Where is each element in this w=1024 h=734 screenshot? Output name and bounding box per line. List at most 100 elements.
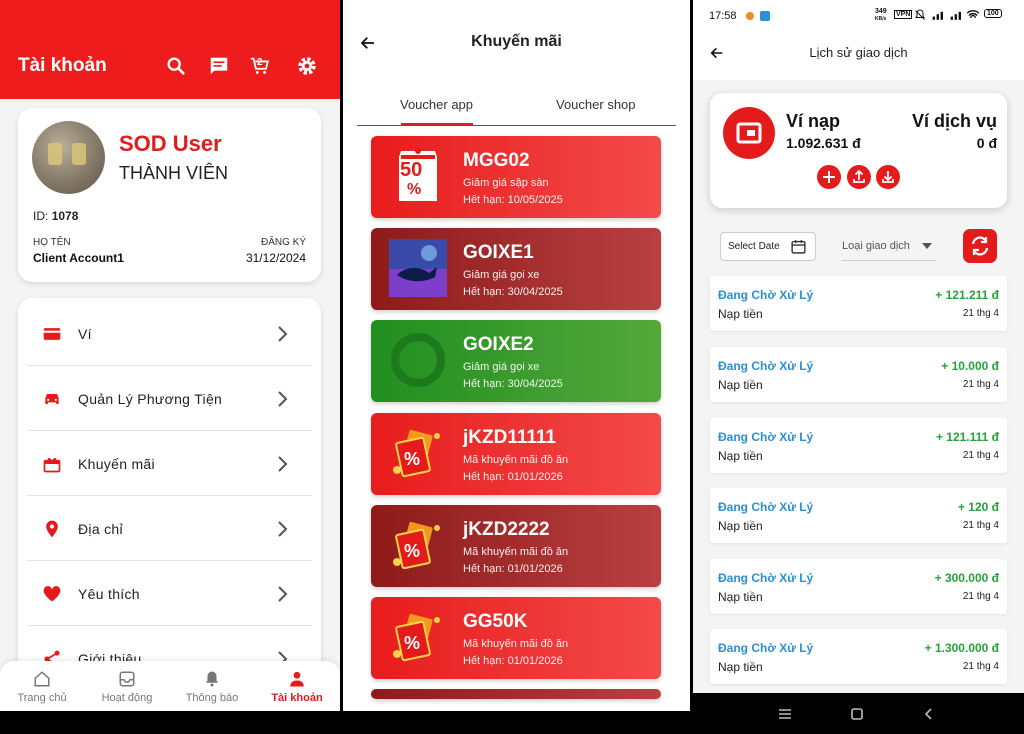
chat-icon[interactable] <box>208 55 230 77</box>
service-wallet-amount: 0 đ <box>976 135 997 151</box>
calendar-icon <box>791 240 806 254</box>
avatar <box>32 121 105 194</box>
transaction-row[interactable]: Đang Chờ Xử Lý Nạp tiền + 1.300.000 đ 21… <box>710 629 1007 684</box>
upload-button[interactable] <box>847 165 871 189</box>
tab-voucher-app[interactable]: Voucher app <box>400 97 473 112</box>
back-chevron-icon[interactable] <box>922 707 936 721</box>
gear-icon[interactable] <box>296 55 318 77</box>
dropdown-label: Loại giao dịch <box>842 240 910 252</box>
whale-image-icon <box>389 239 447 297</box>
menu-item-promotions[interactable]: Khuyến mãi <box>27 432 312 496</box>
transaction-row[interactable]: Đang Chờ Xử Lý Nạp tiền + 120 đ 21 thg 4 <box>710 488 1007 543</box>
heart-icon <box>43 586 61 602</box>
transaction-row[interactable]: Đang Chờ Xử Lý Nạp tiền + 121.211 đ 21 t… <box>710 276 1007 331</box>
voucher-card[interactable]: % GG50K Mã khuyến mãi đồ ăn Hết hạn: 01/… <box>371 597 661 679</box>
nav-notifications[interactable]: Thông báo <box>172 670 252 704</box>
tab-voucher-shop[interactable]: Voucher shop <box>556 97 636 112</box>
transaction-type-dropdown[interactable]: Loại giao dịch <box>842 232 936 261</box>
download-button[interactable] <box>876 165 900 189</box>
history-header: Lịch sử giao dịch <box>693 30 1024 80</box>
voucher-expiry: Hết hạn: 01/01/2026 <box>463 563 563 575</box>
home-icon <box>34 671 50 687</box>
voucher-description: Giảm giá gọi xe <box>463 361 540 373</box>
chevron-right-icon <box>278 456 288 472</box>
menu-item-label: Địa chỉ <box>78 521 123 537</box>
coupon-percent-icon: % <box>393 429 440 478</box>
refresh-button[interactable] <box>963 229 997 263</box>
transaction-type: Nạp tiền <box>718 519 763 533</box>
cart-count-badge: 2 <box>257 57 263 68</box>
discount-badge-unit: % <box>407 181 422 198</box>
svg-text:%: % <box>404 541 420 561</box>
user-name: SOD User <box>119 131 222 156</box>
nav-home[interactable]: Trang chủ <box>2 670 82 704</box>
voucher-expiry: Hết hạn: 30/04/2025 <box>463 286 563 298</box>
menu-card: Ví Quản Lý Phương Tiện Khuyến mãi Địa ch… <box>18 298 321 718</box>
menu-item-address[interactable]: Địa chỉ <box>27 497 312 561</box>
register-label: ĐĂNG KÝ <box>260 237 306 248</box>
transaction-row[interactable]: Đang Chờ Xử Lý Nạp tiền + 300.000 đ 21 t… <box>710 559 1007 614</box>
voucher-code: MGG02 <box>463 150 530 171</box>
nav-account[interactable]: Tài khoản <box>257 670 337 704</box>
history-screen: 17:58 349 KB/s VPN 100 Lịch sử giao dịch … <box>693 0 1024 734</box>
status-bar: 17:58 349 KB/s VPN 100 <box>693 0 1024 30</box>
voucher-tabs: Voucher app Voucher shop <box>357 70 676 126</box>
voucher-code: GOIXE1 <box>463 242 534 263</box>
menu-item-wallet[interactable]: Ví <box>27 302 312 366</box>
voucher-expiry: Hết hạn: 10/05/2025 <box>463 194 563 206</box>
menu-item-vehicles[interactable]: Quản Lý Phương Tiện <box>27 367 312 431</box>
svg-text:%: % <box>404 449 420 469</box>
bottom-nav: Trang chủ Hoạt động Thông báo Tài khoản <box>0 661 340 711</box>
car-icon <box>45 394 59 404</box>
system-bar <box>0 711 340 734</box>
user-role: THÀNH VIÊN <box>119 163 229 183</box>
account-header: Tài khoản 2 <box>0 0 340 99</box>
person-icon <box>290 671 304 687</box>
voucher-expiry: Hết hạn: 01/01/2026 <box>463 471 563 483</box>
nav-activity[interactable]: Hoạt động <box>87 670 167 704</box>
service-wallet-label: Ví dịch vụ <box>911 111 997 131</box>
transaction-status: Đang Chờ Xử Lý <box>718 571 814 585</box>
dropdown-arrow-icon <box>922 243 932 249</box>
bell-icon <box>206 671 218 687</box>
nav-label: Trang chủ <box>17 692 67 704</box>
transaction-date: 21 thg 4 <box>962 450 999 461</box>
wallet-logo-icon <box>723 107 775 159</box>
page-title: Lịch sử giao dịch <box>809 45 908 60</box>
home-square-icon[interactable] <box>850 707 864 721</box>
menu-item-label: Ví <box>78 326 92 342</box>
menu-item-favorites[interactable]: Yêu thích <box>27 562 312 626</box>
transaction-date: 21 thg 4 <box>962 379 999 390</box>
date-picker[interactable]: Select Date <box>720 232 816 261</box>
network-speed: 349 KB/s <box>875 8 887 22</box>
search-icon[interactable] <box>165 55 187 77</box>
app-notification-icon <box>760 11 770 21</box>
page-title: Tài khoản <box>18 55 107 76</box>
page-title: Khuyến mãi <box>471 33 562 50</box>
download-icon <box>882 171 894 183</box>
voucher-card[interactable]: GOIXE2 Giảm giá gọi xe Hết hạn: 30/04/20… <box>371 320 661 402</box>
voucher-card-partial[interactable] <box>371 689 661 699</box>
voucher-code: jKZD11111 <box>463 427 556 448</box>
wallet-icon <box>43 328 61 340</box>
inbox-icon <box>119 671 135 687</box>
voucher-card[interactable]: % jKZD11111 Mã khuyến mãi đồ ăn Hết hạn:… <box>371 413 661 495</box>
promotions-screen: Khuyến mãi Voucher app Voucher shop 50 %… <box>343 0 690 734</box>
plus-icon <box>823 171 835 183</box>
add-button[interactable] <box>817 165 841 189</box>
chevron-right-icon <box>278 391 288 407</box>
voucher-card[interactable]: GOIXE1 Giảm giá gọi xe Hết hạn: 30/04/20… <box>371 228 661 310</box>
transaction-row[interactable]: Đang Chờ Xử Lý Nạp tiền + 121.111 đ 21 t… <box>710 418 1007 473</box>
voucher-card[interactable]: 50 % MGG02 Giảm giá sập sàn Hết hạn: 10/… <box>371 136 661 218</box>
transaction-status: Đang Chờ Xử Lý <box>718 641 814 655</box>
transaction-amount: + 120 đ <box>957 500 999 514</box>
location-pin-icon <box>46 520 58 538</box>
chevron-right-icon <box>278 326 288 342</box>
transaction-date: 21 thg 4 <box>962 591 999 602</box>
transaction-row[interactable]: Đang Chờ Xử Lý Nạp tiền + 10.000 đ 21 th… <box>710 347 1007 402</box>
system-bar <box>343 711 690 734</box>
voucher-card[interactable]: % jKZD2222 Mã khuyến mãi đồ ăn Hết hạn: … <box>371 505 661 587</box>
transaction-date: 21 thg 4 <box>962 661 999 672</box>
menu-lines-icon[interactable] <box>778 707 792 721</box>
fullname-value: Client Account1 <box>33 251 124 265</box>
